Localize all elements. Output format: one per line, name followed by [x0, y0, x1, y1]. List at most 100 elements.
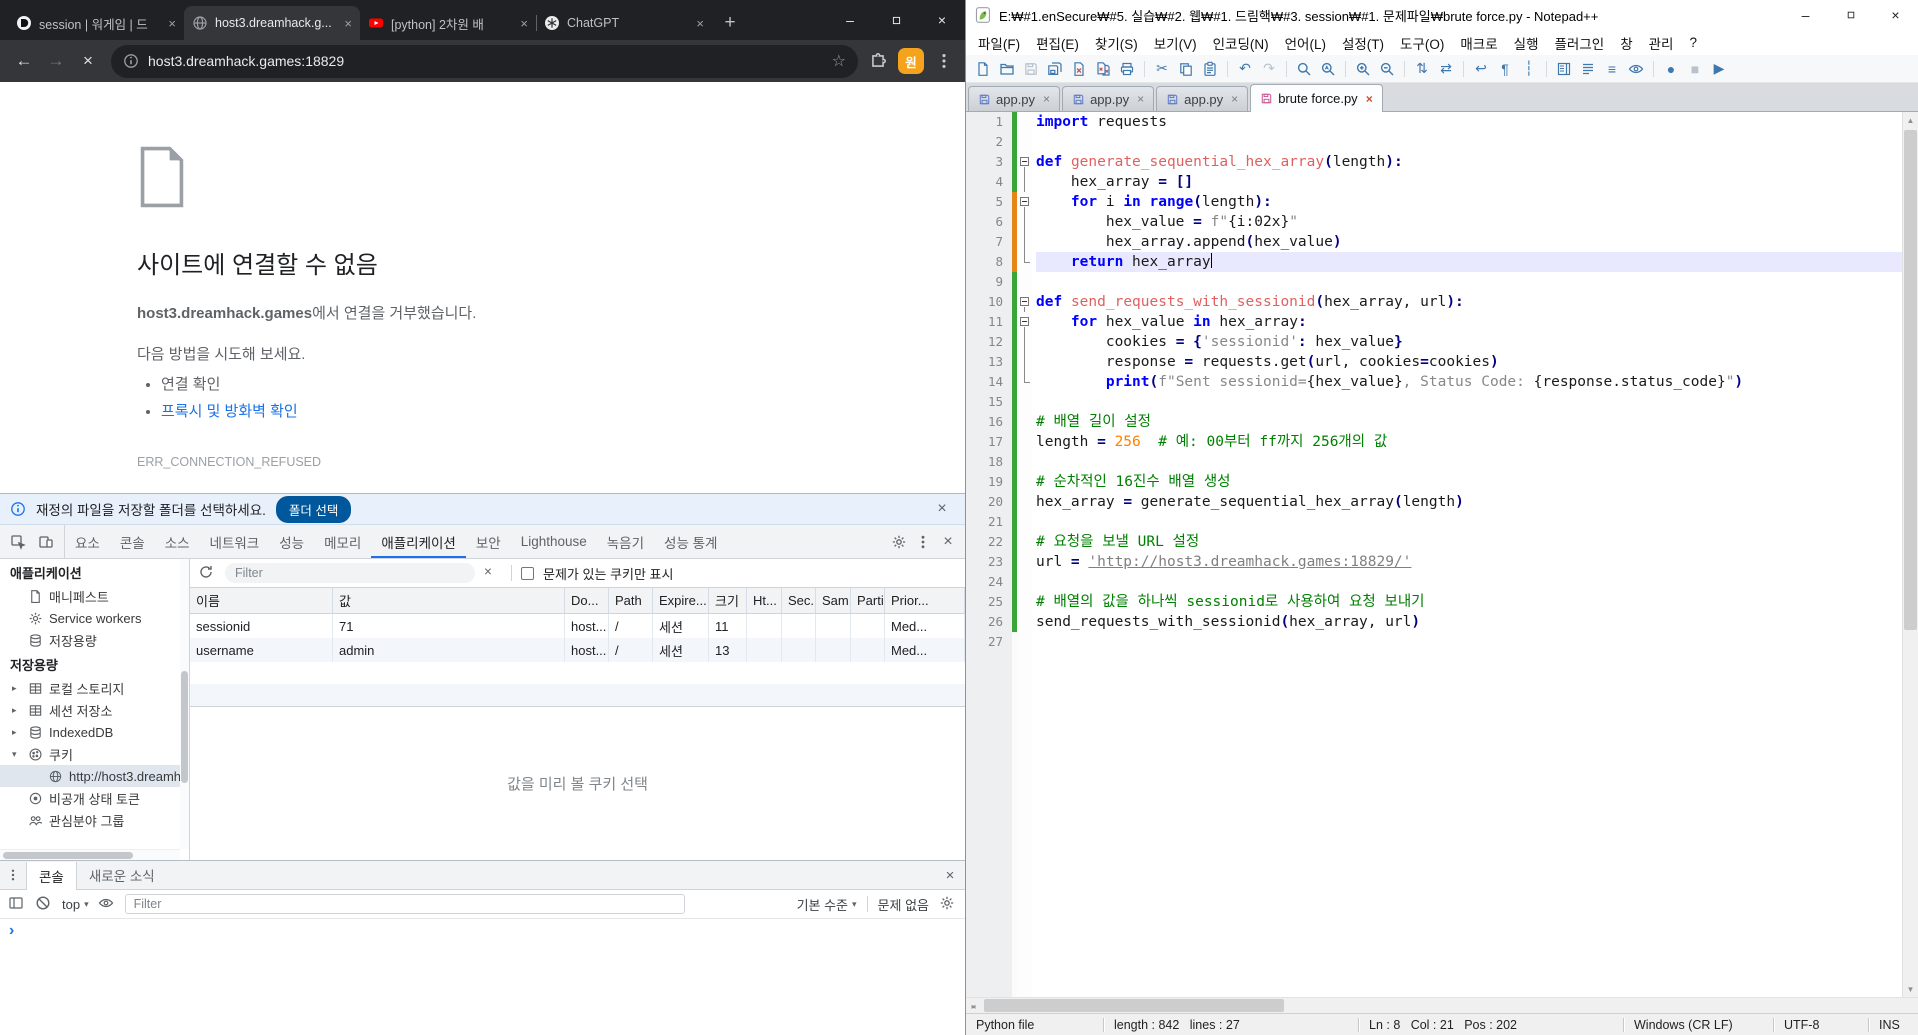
replace-icon[interactable]	[1317, 58, 1339, 80]
sidebar-item[interactable]: ▾ 쿠키	[0, 743, 189, 765]
code-line[interactable]	[1036, 512, 1902, 532]
tab-close-icon[interactable]: ×	[1366, 92, 1373, 106]
close-window-button[interactable]: ×	[919, 0, 965, 40]
menu-item[interactable]: 관리	[1641, 31, 1682, 55]
paste-icon[interactable]	[1199, 58, 1221, 80]
find-icon[interactable]	[1293, 58, 1315, 80]
horizontal-scrollbar[interactable]: ◂ ▸	[966, 997, 1918, 1013]
code-line[interactable]: length = 256 # 예: 00부터 ff까지 256개의 값	[1036, 432, 1902, 452]
devtools-tab[interactable]: 애플리케이션	[371, 525, 466, 558]
menu-item[interactable]: 플러그인	[1547, 31, 1613, 55]
column-header[interactable]: Ht...	[747, 588, 782, 613]
code-line[interactable]: hex_array = generate_sequential_hex_arra…	[1036, 492, 1902, 512]
code-line[interactable]: def generate_sequential_hex_array(length…	[1036, 152, 1902, 172]
stop-macro-icon[interactable]: ■	[1684, 58, 1706, 80]
close-all-icon[interactable]	[1092, 58, 1114, 80]
new-tab-button[interactable]: +	[716, 9, 744, 37]
function-list-icon[interactable]: ≡	[1601, 58, 1623, 80]
sidebar-item[interactable]: ▸ IndexedDB	[0, 721, 189, 743]
code-editor[interactable]: import requests def generate_sequential_h…	[1032, 112, 1902, 997]
browser-tab[interactable]: [python] 2차원 배 ×	[360, 6, 536, 40]
new-file-icon[interactable]	[972, 58, 994, 80]
menu-item[interactable]: 창	[1612, 31, 1640, 55]
minimize-button[interactable]: –	[1783, 0, 1828, 30]
code-line[interactable]: return hex_array	[1036, 252, 1902, 272]
code-line[interactable]: print(f"Sent sessionid={hex_value}, Stat…	[1036, 372, 1902, 392]
save-icon[interactable]	[1020, 58, 1042, 80]
doc-list-icon[interactable]	[1577, 58, 1599, 80]
column-header[interactable]: 이름	[190, 588, 333, 613]
tree-arrow-icon[interactable]: ▾	[12, 749, 22, 760]
save-all-icon[interactable]	[1044, 58, 1066, 80]
code-line[interactable]: cookies = {'sessionid': hex_value}	[1036, 332, 1902, 352]
record-macro-icon[interactable]: ●	[1660, 58, 1682, 80]
address-bar[interactable]: host3.dreamhack.games:18829 ☆	[111, 44, 858, 78]
code-line[interactable]: send_requests_with_sessionid(hex_array, …	[1036, 612, 1902, 632]
stop-button[interactable]: ×	[72, 45, 104, 77]
open-folder-icon[interactable]	[996, 58, 1018, 80]
tab-close-icon[interactable]: ×	[168, 16, 176, 31]
menu-item[interactable]: 찾기(S)	[1087, 31, 1146, 55]
sync-vertical-icon[interactable]: ⇅	[1411, 58, 1433, 80]
whats-new-tab[interactable]: 새로운 소식	[77, 861, 167, 889]
code-line[interactable]	[1036, 392, 1902, 412]
indent-guide-icon[interactable]: ┆	[1518, 58, 1540, 80]
close-file-icon[interactable]	[1068, 58, 1090, 80]
code-line[interactable]	[1036, 632, 1902, 652]
vertical-scrollbar[interactable]: ▲ ▼	[1902, 112, 1918, 997]
undo-icon[interactable]: ↶	[1234, 58, 1256, 80]
editor-tab[interactable]: app.py ×	[1156, 86, 1249, 111]
sync-horizontal-icon[interactable]: ⇄	[1435, 58, 1457, 80]
fold-toggle[interactable]	[1017, 312, 1032, 332]
chrome-menu-kebab-icon[interactable]	[935, 52, 953, 70]
menu-item[interactable]: 파일(F)	[970, 31, 1028, 55]
site-info-icon[interactable]	[123, 53, 139, 69]
scrollbar-thumb[interactable]	[984, 999, 1284, 1012]
console-sidebar-icon[interactable]	[8, 895, 26, 913]
editor-tab[interactable]: app.py ×	[968, 86, 1061, 111]
tab-close-icon[interactable]: ×	[1137, 92, 1144, 106]
profile-avatar[interactable]: 원	[898, 48, 924, 74]
tree-arrow-icon[interactable]: ▸	[12, 705, 22, 716]
devtools-tab[interactable]: 성능 통계	[654, 525, 727, 558]
issues-counter[interactable]: 문제 없음	[878, 895, 929, 914]
sidebar-horizontal-scrollbar[interactable]	[0, 849, 180, 860]
play-macro-icon[interactable]: ▶	[1708, 58, 1730, 80]
code-line[interactable]: def send_requests_with_sessionid(hex_arr…	[1036, 292, 1902, 312]
column-header[interactable]: 크기	[709, 588, 747, 613]
bookmark-star-icon[interactable]: ☆	[832, 51, 846, 71]
fold-box-icon[interactable]	[1020, 317, 1029, 326]
devtools-tab[interactable]: 성능	[269, 525, 314, 558]
devtools-tab[interactable]: Lighthouse	[511, 525, 597, 558]
devtools-tab[interactable]: 요소	[65, 525, 110, 558]
code-line[interactable]: for i in range(length):	[1036, 192, 1902, 212]
code-line[interactable]: url = 'http://host3.dreamhack.games:1882…	[1036, 552, 1902, 572]
menu-item[interactable]: 언어(L)	[1277, 31, 1334, 55]
column-header[interactable]: Sec...	[782, 588, 816, 613]
fold-toggle[interactable]	[1017, 192, 1032, 212]
code-line[interactable]	[1036, 132, 1902, 152]
code-line[interactable]: # 배열의 값을 하나씩 sessionid로 사용하여 요청 보내기	[1036, 592, 1902, 612]
device-toolbar-icon[interactable]	[34, 530, 58, 554]
tab-close-icon[interactable]: ×	[1231, 92, 1238, 106]
clear-console-icon[interactable]	[35, 895, 53, 913]
menu-item[interactable]: 실행	[1506, 31, 1547, 55]
browser-tab[interactable]: host3.dreamhack.g... ×	[184, 6, 360, 40]
code-line[interactable]: import requests	[1036, 112, 1902, 132]
column-header[interactable]: 값	[333, 588, 565, 613]
cookie-filter-input[interactable]	[225, 563, 475, 583]
devtools-tab[interactable]: 네트워크	[200, 525, 270, 558]
scroll-right-icon[interactable]: ▸	[966, 998, 981, 1014]
sidebar-item[interactable]: Service workers	[0, 607, 189, 629]
log-levels-selector[interactable]: 기본 수준 ▾	[797, 895, 857, 914]
fold-toggle[interactable]	[1017, 152, 1032, 172]
menu-item[interactable]: 설정(T)	[1334, 31, 1392, 55]
tab-close-icon[interactable]: ×	[520, 16, 528, 31]
zoom-in-icon[interactable]	[1352, 58, 1374, 80]
editor-tab[interactable]: app.py ×	[1062, 86, 1155, 111]
eye-icon[interactable]	[98, 895, 116, 913]
column-header[interactable]: Sam...	[816, 588, 851, 613]
clear-filter-icon[interactable]: ×	[484, 564, 502, 582]
menu-item[interactable]: ?	[1681, 33, 1705, 52]
doc-map-icon[interactable]	[1553, 58, 1575, 80]
